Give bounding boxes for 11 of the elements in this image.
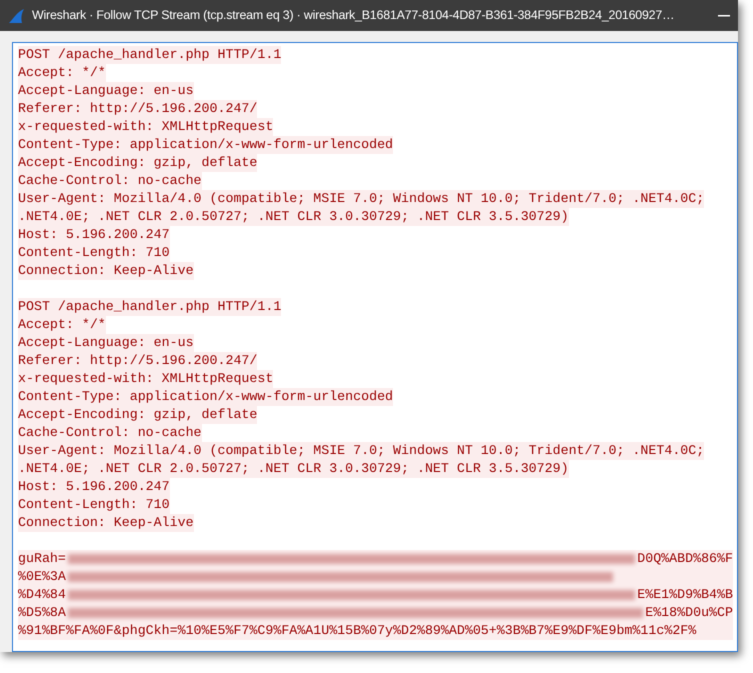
stream-line: D0Q%ABD%86%F — [637, 550, 733, 568]
shark-fin-icon — [8, 8, 26, 24]
stream-line: %91%BF%FA%0F&phgCkh=%10%E5%F7%C9%FA%A1U%15B%07y%D2%89%AD%05+%3B%B7%E9%DF%E9bm%11c%2F% — [18, 622, 696, 640]
stream-line: E%18%D0u%CP — [645, 604, 733, 622]
stream-line: %D4%84 — [18, 586, 66, 604]
minimize-icon[interactable] — [718, 14, 730, 16]
stream-line: %D5%8A — [18, 604, 66, 622]
window-title: Wireshark · Follow TCP Stream (tcp.stream eq 3) · wireshark_B1681A77-8104-4D87-B361-384F95FB2B24_20160927… — [32, 7, 674, 24]
stream-line: %0E%3A — [18, 568, 66, 586]
stream-line: E%E1%D9%B4%B — [637, 586, 733, 604]
stream-line: guRah= — [18, 550, 66, 568]
